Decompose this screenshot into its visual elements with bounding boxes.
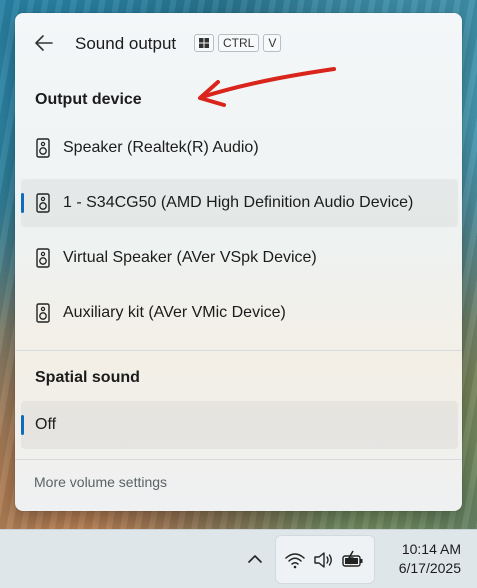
- speaker-icon: [36, 248, 50, 268]
- device-item-s34cg50[interactable]: 1 - S34CG50 (AMD High Definition Audio D…: [21, 179, 458, 227]
- flyout-header: Sound output CTRL V: [15, 13, 462, 73]
- device-label: Speaker (Realtek(R) Audio): [63, 139, 259, 156]
- clock-date: 6/17/2025: [398, 560, 461, 576]
- device-item-virtual-speaker[interactable]: Virtual Speaker (AVer VSpk Device): [21, 234, 458, 282]
- more-volume-settings-link[interactable]: More volume settings: [34, 474, 167, 490]
- section-divider: [15, 350, 462, 351]
- volume-icon: [314, 552, 332, 568]
- device-label: Auxiliary kit (AVer VMic Device): [63, 304, 286, 321]
- windows-key: [194, 34, 214, 52]
- selected-indicator: [21, 193, 24, 213]
- device-label: Virtual Speaker (AVer VSpk Device): [63, 249, 317, 266]
- keyboard-shortcut-hint: CTRL V: [194, 34, 282, 52]
- taskbar: 10:14 AM 6/17/2025: [0, 529, 477, 588]
- system-tray-quick-settings[interactable]: [275, 535, 375, 584]
- sound-output-flyout: Sound output CTRL V Output device Speake…: [15, 13, 462, 511]
- back-button[interactable]: [31, 31, 57, 55]
- flyout-title: Sound output: [75, 34, 177, 53]
- spatial-sound-heading: Spatial sound: [35, 369, 140, 386]
- taskbar-clock[interactable]: 10:14 AM 6/17/2025: [399, 540, 461, 578]
- speaker-icon: [36, 303, 50, 323]
- wifi-icon: [285, 553, 305, 569]
- v-key: V: [263, 34, 282, 52]
- ctrl-key: CTRL: [218, 34, 260, 52]
- device-item-auxiliary-kit[interactable]: Auxiliary kit (AVer VMic Device): [21, 289, 458, 337]
- output-device-heading: Output device: [35, 91, 142, 108]
- chevron-up-icon[interactable]: [244, 548, 266, 570]
- clock-time: 10:14 AM: [401, 541, 461, 557]
- windows-logo-icon: [199, 38, 209, 48]
- selected-indicator: [21, 415, 24, 435]
- arrow-left-icon: [35, 35, 53, 51]
- spatial-option-label: Off: [35, 416, 57, 433]
- speaker-icon: [36, 138, 50, 158]
- device-label: 1 - S34CG50 (AMD High Definition Audio D…: [63, 194, 414, 211]
- footer-divider: [15, 459, 462, 460]
- device-item-realtek-speaker[interactable]: Speaker (Realtek(R) Audio): [21, 124, 458, 172]
- battery-charging-icon: [342, 550, 363, 567]
- spatial-sound-option-off[interactable]: Off: [21, 401, 458, 449]
- speaker-icon: [36, 193, 50, 213]
